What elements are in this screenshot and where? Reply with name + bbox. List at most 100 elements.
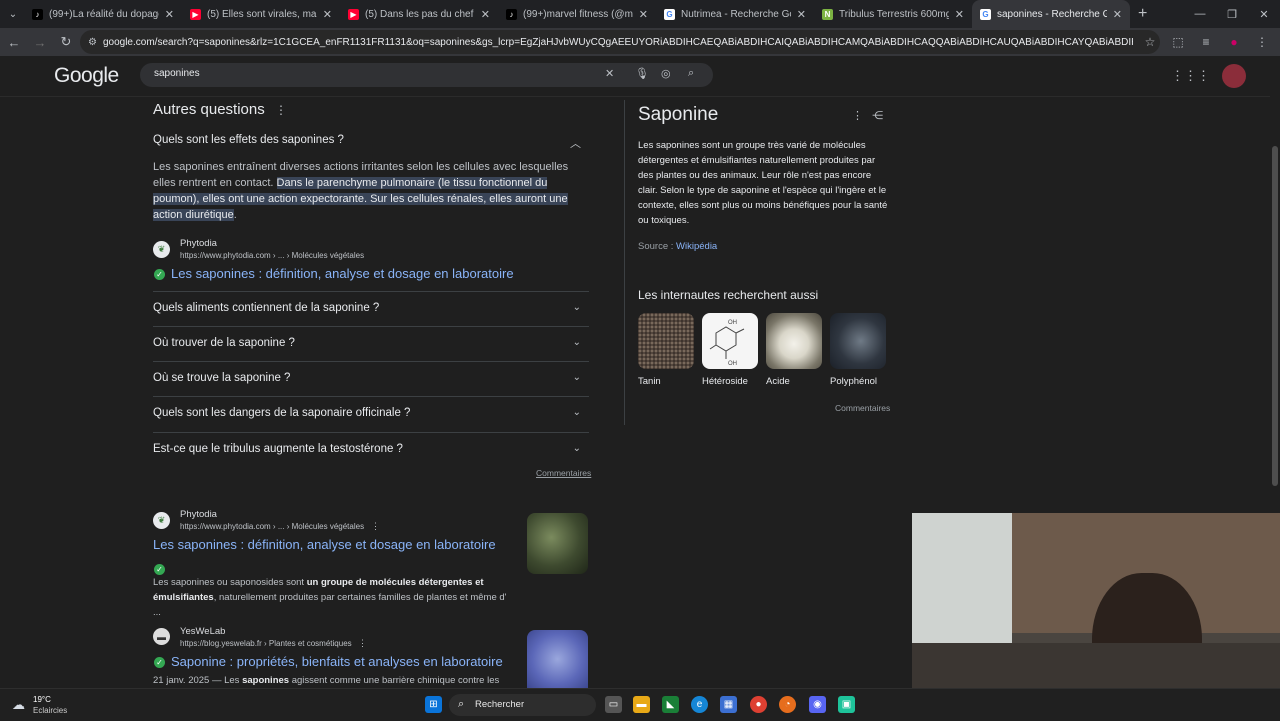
yeswelab-logo[interactable]: ▬ xyxy=(153,628,170,645)
phytodia-logo[interactable]: ❦ xyxy=(153,241,170,258)
firefox-icon[interactable]: ◔ xyxy=(779,696,796,713)
wikipedia-link[interactable]: Wikipédia xyxy=(676,241,717,252)
tab-2[interactable]: ▶(5) Elles sont virales, mais sont-✕ xyxy=(182,0,340,28)
close-tab-icon[interactable]: ✕ xyxy=(481,8,490,21)
close-tab-icon[interactable]: ✕ xyxy=(955,8,964,21)
windows-start-icon[interactable]: ⊞ xyxy=(425,696,442,713)
close-tab-icon[interactable]: ✕ xyxy=(165,8,174,21)
chrome-icon[interactable]: ● xyxy=(750,696,767,713)
phytodia-logo[interactable]: ❦ xyxy=(153,512,170,529)
tab-5[interactable]: GNutrimea - Recherche Google✕ xyxy=(656,0,814,28)
paa-question[interactable]: Est-ce que le tribulus augmente la testo… xyxy=(153,432,589,467)
chevron-down-icon: ⌄ xyxy=(572,302,581,313)
menu-icon[interactable]: ⋮ xyxy=(1248,35,1276,49)
source-url[interactable]: https://www.phytodia.com › ... › Molécul… xyxy=(180,251,364,260)
site-info-icon[interactable]: ⚙ xyxy=(88,37,97,48)
extensions-icon[interactable]: ⬚ xyxy=(1164,35,1192,49)
app-icon[interactable]: ▣ xyxy=(838,696,855,713)
paa-question[interactable]: Où trouver de la saponine ? ⌄ xyxy=(153,326,589,361)
search-box[interactable]: saponines ✕ 🎙 ◎ ⌕ xyxy=(140,63,713,87)
reload-icon[interactable]: ↻ xyxy=(54,34,78,50)
file-explorer-icon[interactable]: ▬ xyxy=(633,696,650,713)
paa-open-question[interactable]: Quels sont les effets des saponines ? xyxy=(153,134,344,146)
taskbar-search[interactable]: ⌕ Rechercher xyxy=(449,694,596,716)
close-tab-icon[interactable]: ✕ xyxy=(639,8,648,21)
task-view-icon[interactable]: ▭ xyxy=(605,696,622,713)
kp-related-card[interactable]: Tanin xyxy=(638,313,694,387)
heteroside-image: OH OH xyxy=(702,313,758,369)
source-name[interactable]: Phytodia xyxy=(180,509,217,520)
minimize-icon[interactable]: — xyxy=(1184,8,1216,20)
verified-check-icon: ✓ xyxy=(154,269,165,280)
kp-comments-link[interactable]: Commentaires xyxy=(835,403,890,413)
verified-check-icon: ✓ xyxy=(154,657,165,668)
paa-comments-link[interactable]: Commentaires xyxy=(536,468,591,478)
tab-search-button[interactable]: ⌄ xyxy=(2,3,24,25)
more-options-icon[interactable]: ⋮ xyxy=(358,638,367,649)
kp-related-label: Polyphénol xyxy=(830,376,878,387)
result-snippet: Les saponines ou saponosides sont un gro… xyxy=(153,575,515,620)
kp-related-card[interactable]: Acide xyxy=(766,313,822,387)
edge-icon[interactable]: e xyxy=(691,696,708,713)
clear-icon[interactable]: ✕ xyxy=(605,67,614,80)
store-icon[interactable]: ▦ xyxy=(720,696,737,713)
kp-related-card[interactable]: OH OH Hétéroside xyxy=(702,313,758,387)
kp-related-label: Tanin xyxy=(638,376,661,387)
address-bar[interactable]: ⚙ google.com/search?q=saponines&rlz=1C1G… xyxy=(80,30,1160,54)
forward-icon[interactable]: → xyxy=(28,35,52,50)
source-name[interactable]: YesWeLab xyxy=(180,626,225,637)
tab-4[interactable]: ♪(99+)marvel fitness (@marvel.f✕ xyxy=(498,0,656,28)
tab-3[interactable]: ▶(5) Dans les pas du chef d'état-✕ xyxy=(340,0,498,28)
close-tab-icon[interactable]: ✕ xyxy=(323,8,332,21)
more-options-icon[interactable]: ⋮ xyxy=(371,521,380,532)
new-tab-button[interactable]: + xyxy=(1138,5,1147,23)
kp-related-card[interactable]: Polyphénol xyxy=(830,313,886,387)
chevron-up-icon[interactable]: ︿ xyxy=(570,135,581,151)
microphone-icon[interactable]: 🎙 xyxy=(635,67,649,80)
share-icon[interactable]: ⋲ xyxy=(872,110,883,122)
back-icon[interactable]: ← xyxy=(2,35,26,50)
paa-source-link[interactable]: Les saponines : définition, analyse et d… xyxy=(171,266,514,281)
result-thumbnail[interactable] xyxy=(527,630,588,688)
scrollbar-thumb[interactable] xyxy=(1272,146,1278,486)
reading-list-icon[interactable]: ≡ xyxy=(1192,35,1220,49)
close-tab-icon[interactable]: ✕ xyxy=(797,8,806,21)
search-icon[interactable]: ⌕ xyxy=(688,67,694,80)
snippet-text: agissent comme une barrière chimique con… xyxy=(289,675,500,686)
result-title-link[interactable]: Les saponines : définition, analyse et d… xyxy=(153,537,496,552)
kp-related-label: Acide xyxy=(766,376,790,387)
tab-6[interactable]: NTribulus Terrestris 600mg - 120✕ xyxy=(814,0,972,28)
more-options-icon[interactable]: ⋮ xyxy=(852,110,863,122)
maximize-icon[interactable]: ❐ xyxy=(1216,8,1248,21)
polyphenol-image xyxy=(830,313,886,369)
bookmark-star-icon[interactable]: ☆ xyxy=(1136,35,1164,49)
kp-related-label: Hétéroside xyxy=(702,376,748,387)
paa-question[interactable]: Où se trouve la saponine ? ⌄ xyxy=(153,361,589,396)
profile-icon[interactable]: ● xyxy=(1220,35,1248,49)
search-icon: ⌕ xyxy=(458,698,465,710)
tiktok-icon: ♪ xyxy=(506,8,517,20)
more-options-icon[interactable]: ⋮ xyxy=(275,103,287,117)
result-thumbnail[interactable] xyxy=(527,513,588,574)
google-logo[interactable]: Google xyxy=(54,64,119,88)
apps-grid-icon[interactable]: ⋮⋮⋮ xyxy=(1171,68,1210,84)
lens-icon[interactable]: ◎ xyxy=(661,67,671,80)
paa-question[interactable]: Quels sont les dangers de la saponaire o… xyxy=(153,396,589,431)
weather-temp: 19°C xyxy=(33,695,51,704)
nvidia-icon[interactable]: ◣ xyxy=(662,696,679,713)
discord-icon[interactable]: ◉ xyxy=(809,696,826,713)
google-icon: G xyxy=(980,8,991,20)
source-url[interactable]: https://blog.yeswelab.fr › Plantes et co… xyxy=(180,639,352,648)
avatar[interactable] xyxy=(1222,64,1246,88)
source-name[interactable]: Phytodia xyxy=(180,238,217,249)
tab-7-active[interactable]: Gsaponines - Recherche Google✕ xyxy=(972,0,1130,28)
paa-question[interactable]: Quels aliments contiennent de la saponin… xyxy=(153,291,589,326)
chevron-down-icon: ⌄ xyxy=(572,337,581,348)
source-url[interactable]: https://www.phytodia.com › ... › Molécul… xyxy=(180,522,364,531)
search-input[interactable]: saponines xyxy=(154,68,200,79)
result-title-link[interactable]: Saponine : propriétés, bienfaits et anal… xyxy=(171,654,503,669)
windows-taskbar: ☁ 19°C Eclaircies ⊞ ⌕ Rechercher ▭ ▬ ◣ e… xyxy=(0,688,1280,721)
close-icon[interactable]: ✕ xyxy=(1248,8,1280,21)
close-tab-icon[interactable]: ✕ xyxy=(1113,8,1122,21)
tab-1[interactable]: ♪(99+)La réalité du dopage dans✕ xyxy=(24,0,182,28)
